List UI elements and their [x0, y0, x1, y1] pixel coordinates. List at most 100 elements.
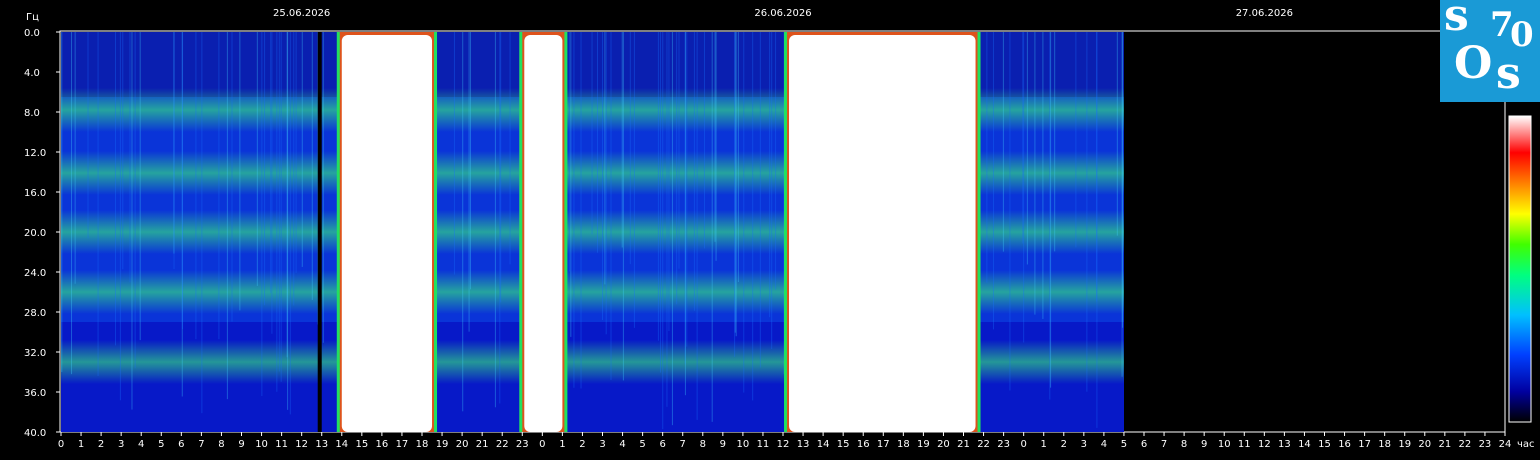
noise-streak — [1023, 32, 1025, 343]
noise-streak — [668, 32, 670, 331]
noise-streak — [992, 32, 994, 330]
x-tick-label: 16 — [376, 439, 389, 450]
date-label: 25.06.2026 — [273, 8, 330, 19]
noise-streak — [1050, 32, 1052, 388]
noise-streak — [1096, 32, 1098, 428]
x-tick-label: 21 — [1438, 439, 1451, 450]
heatmap-layer — [61, 32, 1124, 432]
x-tick-label: 8 — [218, 439, 224, 450]
x-tick-label: 4 — [138, 439, 144, 450]
noise-streak — [453, 32, 455, 275]
noise-streak — [597, 32, 599, 253]
y-tick-label: 8.0 — [24, 108, 40, 119]
x-tick-label: 1 — [559, 439, 565, 450]
y-tick-label: 16.0 — [24, 188, 46, 199]
saturated-interval — [524, 35, 563, 432]
noise-streak — [735, 32, 737, 337]
noise-streak — [602, 32, 604, 321]
noise-streak — [500, 32, 502, 303]
x-tick-label: 14 — [335, 439, 348, 450]
x-tick-label: 1 — [1041, 439, 1047, 450]
x-tick-label: 2 — [579, 439, 585, 450]
noise-streak — [494, 32, 496, 408]
x-tick-label: 11 — [1238, 439, 1251, 450]
noise-streak — [743, 32, 745, 393]
noise-streak — [591, 32, 593, 235]
x-tick-label: 22 — [496, 439, 509, 450]
noise-streak — [278, 32, 280, 372]
x-axis: 0 1 2 3 4 5 6 7 8 9 10 11 12 13 14 15 16 17 18 19 20 21 22 23 0 1… — [58, 432, 1511, 450]
noise-streak — [1116, 32, 1118, 236]
x-tick-label: 15 — [1318, 439, 1331, 450]
x-tick-label: 9 — [720, 439, 726, 450]
x-tick-label: 6 — [659, 439, 665, 450]
x-tick-label: 10 — [737, 439, 750, 450]
noise-streak — [666, 32, 668, 407]
y-tick-label: 12.0 — [24, 148, 46, 159]
noise-streak — [633, 32, 635, 328]
x-tick-label: 0 — [58, 439, 64, 450]
x-tick-label: 14 — [817, 439, 830, 450]
date-label: 27.06.2026 — [1236, 8, 1293, 19]
x-tick-label: 15 — [837, 439, 850, 450]
x-unit-label: час — [1517, 439, 1535, 450]
noise-streak — [1042, 32, 1044, 319]
x-tick-label: 10 — [255, 439, 268, 450]
noise-streak — [499, 32, 501, 404]
x-tick-label: 17 — [396, 439, 409, 450]
x-tick-label: 20 — [937, 439, 950, 450]
date-labels: 25.06.2026 26.06.2026 27.06.2026 — [273, 8, 1293, 19]
noise-streak — [270, 32, 272, 294]
noise-streak — [119, 32, 121, 401]
date-label: 26.06.2026 — [754, 8, 811, 19]
noise-streak — [775, 32, 777, 290]
noise-streak — [1034, 32, 1036, 315]
noise-streak — [61, 32, 63, 372]
noise-streak — [771, 32, 773, 350]
x-tick-label: 17 — [1358, 439, 1371, 450]
noise-streak — [264, 32, 266, 306]
x-tick-label: 23 — [516, 439, 529, 450]
x-tick-label: 15 — [355, 439, 368, 450]
y-tick-label: 36.0 — [24, 388, 46, 399]
spectrogram-chart: 0.0 4.0 8.0 12.0 16.0 20.0 24.0 28.0 32.0 36.0 40.… — [24, 8, 1535, 450]
noise-streak — [122, 32, 124, 270]
x-tick-label: 0 — [539, 439, 545, 450]
noise-streak — [469, 32, 471, 290]
noise-streak — [1075, 32, 1077, 248]
noise-streak — [629, 32, 631, 265]
noise-streak — [662, 32, 664, 430]
noise-streak — [752, 32, 754, 401]
noise-streak — [696, 32, 698, 420]
x-tick-label: 18 — [1378, 439, 1391, 450]
y-tick-label: 40.0 — [24, 428, 46, 439]
x-tick-label: 12 — [1258, 439, 1271, 450]
x-tick-label: 11 — [757, 439, 770, 450]
noise-streak — [1086, 32, 1088, 392]
noise-streak — [605, 32, 607, 335]
noise-streak — [604, 32, 606, 285]
noise-streak — [276, 32, 278, 392]
noise-streak — [71, 32, 73, 375]
noise-streak — [1054, 32, 1056, 252]
x-tick-label: 10 — [1218, 439, 1231, 450]
noise-streak — [678, 32, 680, 269]
x-tick-label: 13 — [315, 439, 328, 450]
colorbar — [1508, 115, 1532, 423]
noise-streak — [1022, 32, 1024, 244]
y-unit-label: Гц — [26, 12, 39, 23]
noise-streak — [114, 32, 116, 346]
noise-streak — [173, 32, 175, 270]
noise-streak — [74, 32, 76, 284]
x-tick-label: 7 — [1161, 439, 1167, 450]
x-tick-label: 7 — [198, 439, 204, 450]
noise-streak — [509, 32, 511, 265]
noise-streak — [671, 32, 673, 426]
x-tick-label: 17 — [877, 439, 890, 450]
noise-streak — [734, 32, 736, 333]
noise-streak — [676, 32, 678, 305]
x-tick-label: 20 — [1418, 439, 1431, 450]
x-tick-label: 18 — [897, 439, 910, 450]
noise-streak — [256, 32, 258, 286]
noise-streak — [759, 32, 761, 368]
